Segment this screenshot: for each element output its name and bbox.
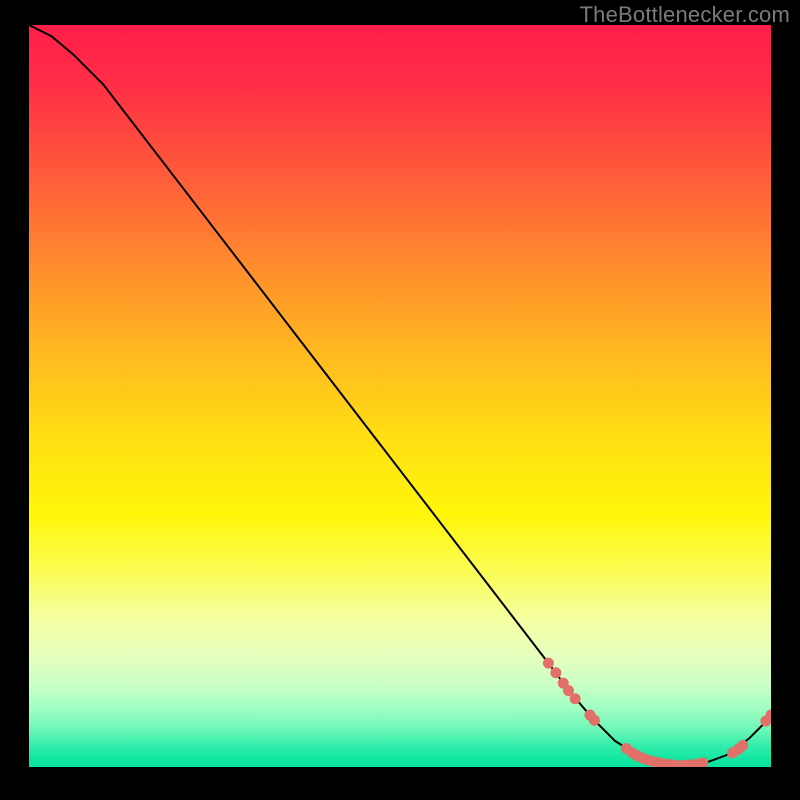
bottleneck-curve xyxy=(29,25,771,766)
highlight-point xyxy=(570,693,581,704)
highlight-point xyxy=(543,658,554,669)
curve-layer xyxy=(29,25,771,767)
highlight-point xyxy=(550,667,561,678)
highlight-point xyxy=(589,715,600,726)
marker-group xyxy=(543,658,771,767)
chart-stage: TheBottlenecker.com xyxy=(0,0,800,800)
plot-area xyxy=(29,25,771,767)
highlight-point xyxy=(737,740,748,751)
